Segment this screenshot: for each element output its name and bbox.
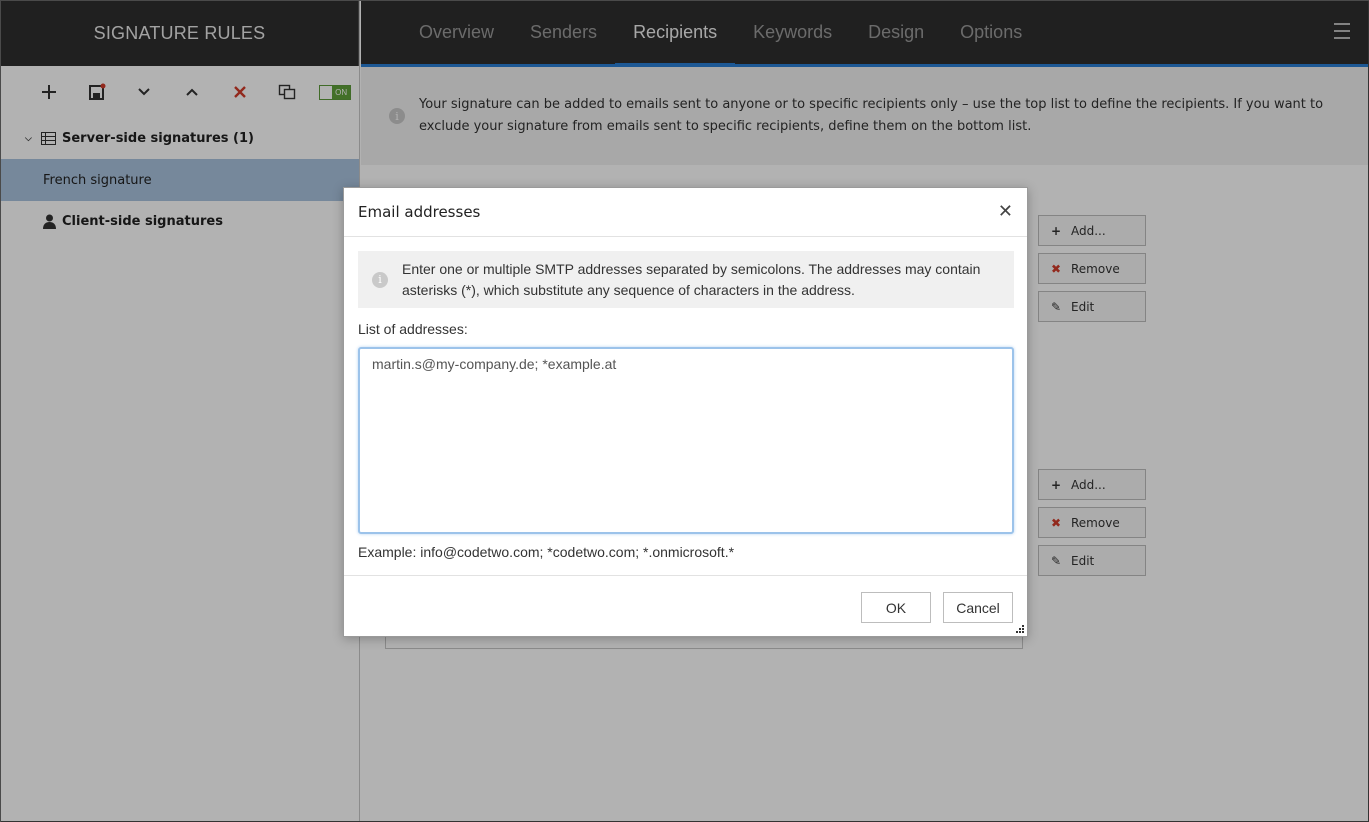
dialog-title: Email addresses	[358, 203, 481, 221]
close-icon[interactable]: ✕	[998, 202, 1013, 222]
dialog-footer: OK Cancel	[344, 575, 1027, 637]
cancel-button[interactable]: Cancel	[943, 592, 1013, 623]
dialog-info-text: Enter one or multiple SMTP addresses sep…	[402, 260, 981, 298]
dialog-info-box: i Enter one or multiple SMTP addresses s…	[358, 251, 1014, 308]
info-icon: i	[372, 271, 388, 288]
email-addresses-dialog: Email addresses ✕ i Enter one or multipl…	[343, 187, 1028, 637]
ok-button[interactable]: OK	[861, 592, 931, 623]
address-example-text: Example: info@codetwo.com; *codetwo.com;…	[358, 544, 735, 560]
address-list-input[interactable]: martin.s@my-company.de; *example.at	[358, 347, 1014, 534]
resize-grip-icon[interactable]	[1015, 624, 1024, 633]
address-list-label: List of addresses:	[358, 321, 468, 337]
dialog-header: Email addresses	[344, 188, 1027, 237]
